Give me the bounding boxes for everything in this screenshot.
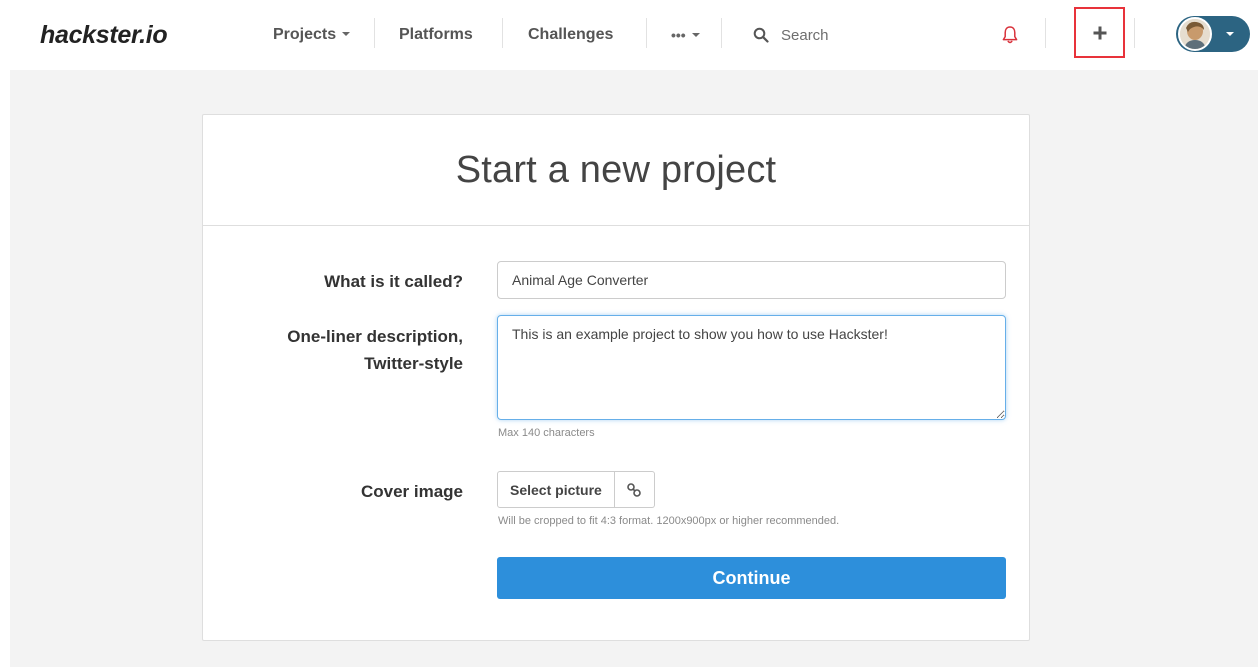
search-input[interactable] (781, 26, 961, 44)
description-label-line1: One-liner description, (287, 327, 463, 346)
top-navbar: hackster.io Projects Platforms Challenge… (0, 0, 1258, 70)
nav-projects-dropdown[interactable]: Projects (273, 24, 351, 46)
description-help-text: Max 140 characters (498, 427, 595, 439)
nav-challenges-link[interactable]: Challenges (528, 24, 613, 46)
nav-divider (646, 18, 647, 48)
nav-more-dropdown[interactable]: ••• (671, 24, 700, 46)
project-name-input[interactable] (497, 261, 1006, 299)
description-textarea[interactable]: This is an example project to show you h… (497, 315, 1006, 420)
image-url-button[interactable] (614, 471, 655, 508)
more-dots-icon: ••• (671, 27, 686, 43)
bell-icon[interactable] (1000, 24, 1020, 46)
plus-icon (1093, 26, 1106, 39)
nav-divider (374, 18, 375, 48)
description-label: One-liner description, Twitter-style (287, 323, 463, 377)
new-project-button[interactable] (1074, 7, 1125, 58)
select-picture-button[interactable]: Select picture (497, 471, 615, 508)
site-logo[interactable]: hackster.io (40, 20, 168, 50)
nav-platforms-link[interactable]: Platforms (399, 24, 473, 46)
nav-projects-label: Projects (273, 26, 337, 43)
search-bar (753, 22, 973, 48)
search-icon (753, 27, 769, 43)
nav-divider (721, 18, 722, 48)
new-project-card: Start a new project What is it called? O… (202, 114, 1030, 641)
user-menu-dropdown[interactable] (1176, 16, 1250, 52)
chevron-down-icon (691, 32, 700, 37)
chevron-down-icon (1226, 32, 1234, 36)
avatar (1178, 17, 1212, 51)
nav-divider (1134, 18, 1135, 48)
cover-image-controls: Select picture (497, 471, 655, 508)
project-name-label: What is it called? (324, 272, 463, 291)
nav-divider (502, 18, 503, 48)
cover-image-help-text: Will be cropped to fit 4:3 format. 1200x… (498, 515, 840, 527)
card-header: Start a new project (203, 115, 1029, 226)
description-label-line2: Twitter-style (364, 354, 463, 373)
chevron-down-icon (342, 31, 351, 36)
nav-divider (1045, 18, 1046, 48)
continue-button[interactable]: Continue (497, 557, 1006, 599)
link-icon (627, 482, 642, 497)
user-avatar-image (1180, 19, 1210, 49)
page-title: Start a new project (455, 148, 777, 191)
cover-image-label: Cover image (360, 482, 463, 501)
